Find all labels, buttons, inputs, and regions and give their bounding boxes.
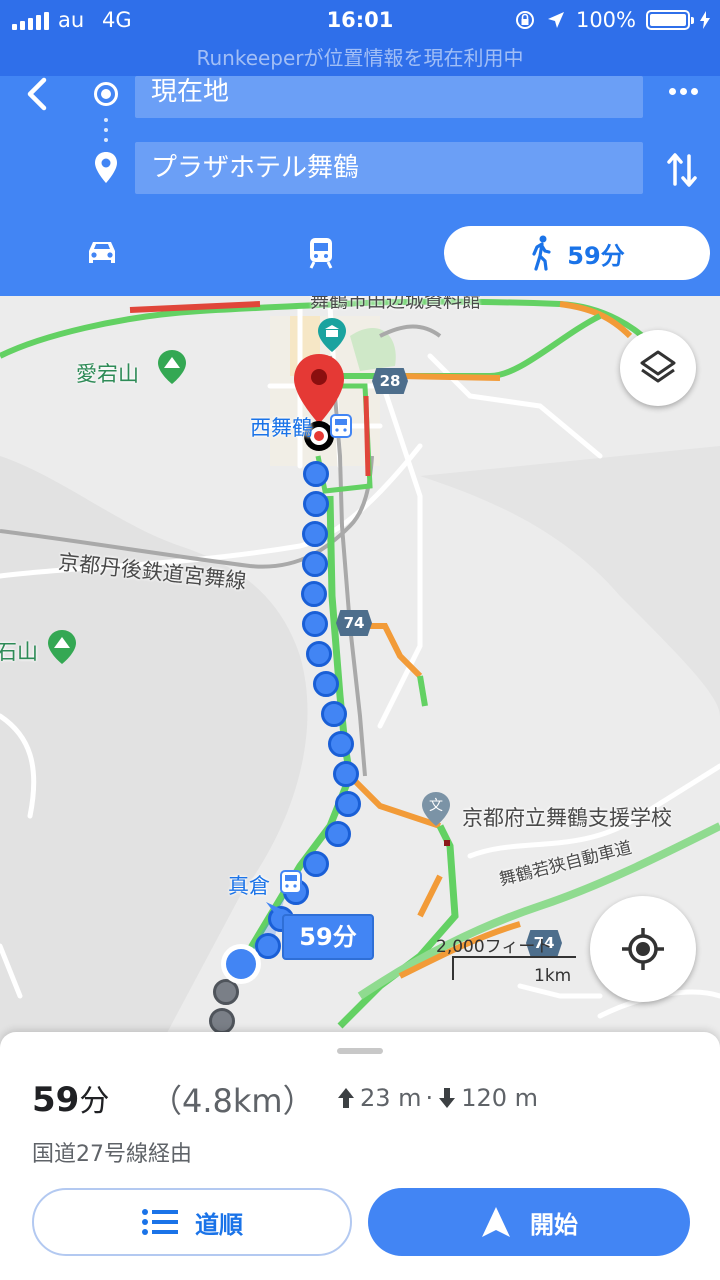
walk-time: 59分 [567,241,625,270]
scale-imperial: 2,000フィート [436,937,553,957]
route-28-shield: 28 [372,368,408,394]
route-dot [321,701,347,727]
route-dot [313,671,339,697]
elevation-down: 120 m [461,1084,539,1112]
route-dot [302,611,328,637]
route-dot [303,461,329,487]
route-dot [333,761,359,787]
mountain-icon [158,350,186,384]
school-icon: 文 [422,792,450,826]
steps-button[interactable]: 道順 [32,1188,352,1256]
charging-icon [700,11,710,29]
route-dot [325,821,351,847]
my-location-button[interactable] [590,896,696,1002]
summary-time-unit: 分 [79,1084,110,1119]
walk-icon [532,235,551,271]
mountain-icon [48,630,76,664]
back-button[interactable] [22,76,66,116]
location-arrow-icon [547,12,564,28]
car-mode-icon[interactable] [84,238,120,268]
museum-icon [318,318,346,352]
layers-button[interactable] [620,330,696,406]
route-dot [306,641,332,667]
origin-field[interactable]: 現在地 [135,76,643,118]
rotation-lock-icon [515,11,534,29]
chevron-left-icon [27,77,47,111]
crosshair-icon [622,928,664,970]
scale-metric: 1km [534,966,572,986]
route-dot-past [209,1008,235,1034]
transit-mode-icon[interactable] [306,236,336,270]
route-dot [303,491,329,517]
start-navigation-button[interactable]: 開始 [368,1188,690,1256]
steps-label: 道順 [195,1210,243,1239]
elevation-separator: · [425,1084,434,1112]
route-dot [302,551,328,577]
battery-percent: 100% [575,8,636,32]
ishiyama-label: 石山 [0,640,38,664]
station-icon [330,414,352,438]
origin-marker-icon [94,82,118,106]
map-view[interactable]: 文 舞鶴市田辺城資料館 愛宕山 西舞鶴 京都丹後鉄道宮舞線 石山 京都府立舞鶴支… [0,296,720,1046]
start-label: 開始 [530,1210,578,1239]
summary-time: 59分 [32,1076,109,1120]
directions-header: 現在地 プラザホテル舞鶴 59分 [0,76,720,296]
connector-dots-icon [104,118,108,144]
museum-label: 舞鶴市田辺城資料館 [310,296,482,312]
route-dot [301,581,327,607]
route-dot [302,521,328,547]
summary-time-value: 59 [32,1080,80,1120]
battery-icon [646,10,694,30]
duration-bubble[interactable]: 59分 [282,914,374,960]
elevation-up: 23 m [360,1084,422,1112]
destination-field[interactable]: プラザホテル舞鶴 [135,142,643,194]
nishimaizuru-station-label: 西舞鶴 [250,416,313,440]
map-scale: 2,000フィート 1km [436,932,576,992]
atago-label: 愛宕山 [76,362,139,386]
walk-mode-tab[interactable]: 59分 [444,226,710,280]
school-label: 京都府立舞鶴支援学校 [462,806,672,830]
travel-mode-tabs: 59分 [0,226,720,282]
magura-station-label: 真倉 [228,874,270,898]
svg-text:文: 文 [429,798,443,814]
summary-distance: （4.8km） [150,1082,315,1120]
layers-icon [640,350,676,383]
route-dot [335,791,361,817]
list-icon [142,1209,178,1235]
station-icon [280,870,302,894]
arrow-up-icon [338,1088,354,1108]
route-dot [303,851,329,877]
route-summary-sheet: 59分 （4.8km） 23 m · 120 m 国道27号線経由 道順 開始 [0,1032,720,1280]
elevation-info: 23 m · 120 m [336,1084,538,1112]
route-74-shield: 74 [336,610,372,636]
swap-direction-icon[interactable] [666,150,698,190]
location-usage-banner[interactable]: Runkeeperが位置情報を現在利用中 [0,42,720,71]
route-dot [328,731,354,757]
status-bar: au 4G 16:01 100% Runkeeperが位置情報を現在利用中 [0,0,720,76]
sheet-drag-handle[interactable] [337,1048,383,1054]
arrow-down-icon [439,1088,456,1108]
more-options-button[interactable] [669,88,698,95]
destination-pin-icon [95,152,117,183]
navigation-arrow-icon [482,1207,510,1237]
current-location-icon [221,944,261,984]
route-via: 国道27号線経由 [32,1142,192,1167]
